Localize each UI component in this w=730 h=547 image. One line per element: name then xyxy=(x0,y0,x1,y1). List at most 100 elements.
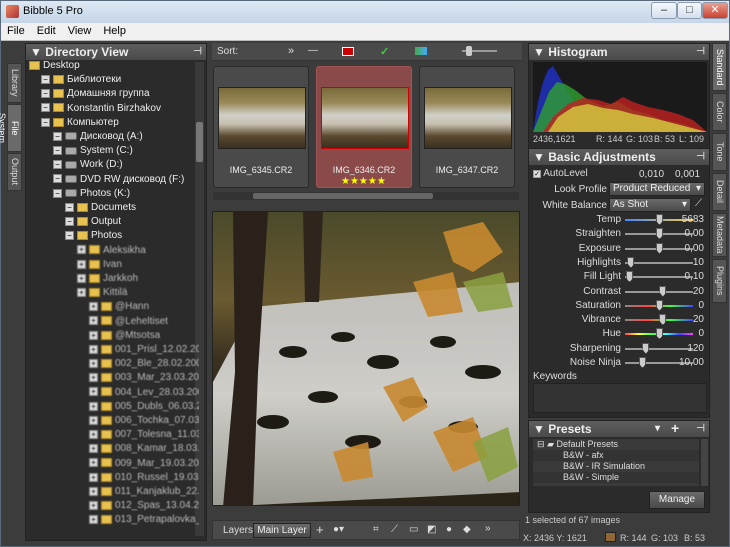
slider-knob[interactable] xyxy=(659,285,667,297)
preset-group[interactable]: ⊟ ▰ Default Presets xyxy=(533,439,699,450)
tree-item[interactable]: + @Hann xyxy=(89,300,149,314)
thumbnail-size-slider[interactable] xyxy=(452,46,502,56)
brush-icon[interactable]: ● xyxy=(446,524,452,535)
clone-icon[interactable]: ◩ xyxy=(427,524,436,535)
slider-value[interactable]: 0,10 xyxy=(685,271,704,282)
slider-value[interactable]: 0,00 xyxy=(685,243,704,254)
tree-item[interactable]: − Библиотеки xyxy=(41,73,121,87)
frame-icon[interactable]: ▭ xyxy=(409,524,418,535)
slider-knob[interactable] xyxy=(656,299,663,311)
expand-icon[interactable]: + xyxy=(77,245,86,255)
expand-icon[interactable]: + xyxy=(89,472,98,482)
thumbnail-scrollbar[interactable] xyxy=(213,192,519,200)
straighten-icon[interactable]: ⟋ xyxy=(391,524,398,535)
color-label-icon[interactable] xyxy=(342,47,354,56)
tab-output[interactable]: Output xyxy=(7,153,22,191)
autolevel-value-2[interactable]: 0,001 xyxy=(675,169,700,180)
tree-item[interactable]: − Work (D:) xyxy=(53,158,123,172)
sort-label[interactable]: Sort: xyxy=(217,46,238,57)
expand-icon[interactable]: − xyxy=(41,117,50,127)
eyedropper-icon[interactable]: ⟋ xyxy=(695,198,702,209)
scrollbar-thumb[interactable] xyxy=(253,193,433,199)
tree-item[interactable]: + Jarkkoh xyxy=(77,272,138,286)
tab-standard[interactable]: Standard xyxy=(712,43,727,91)
collapse-icon[interactable]: ▼ xyxy=(533,45,545,59)
preset-item[interactable]: B&W - afx xyxy=(533,450,699,461)
menu-file[interactable]: File xyxy=(1,23,31,37)
tree-item[interactable]: +011_Kanjaklub_22.03.2008 xyxy=(89,485,199,499)
tree-item[interactable]: +002_Ble_28.02.2008 xyxy=(89,357,199,371)
slider-value[interactable]: 0,00 xyxy=(685,228,704,239)
slider-value[interactable]: 5683 xyxy=(682,214,704,225)
expand-icon[interactable]: + xyxy=(77,288,86,298)
check-filter-icon[interactable]: ✓ xyxy=(380,45,389,58)
tree-item[interactable]: +006_Tochka_07.03.2008 xyxy=(89,414,199,428)
tree-item[interactable]: +004_Lev_28.03.2008 xyxy=(89,386,199,400)
expand-icon[interactable]: + xyxy=(77,273,86,283)
expand-icon[interactable]: + xyxy=(89,387,98,397)
expand-icon[interactable]: + xyxy=(89,330,98,340)
tag-filter-icon[interactable] xyxy=(415,47,427,55)
sort-more-button[interactable]: » xyxy=(288,45,294,57)
expand-icon[interactable]: + xyxy=(89,430,98,440)
tab-detail[interactable]: Detail xyxy=(712,173,727,211)
expand-icon[interactable]: − xyxy=(41,75,50,85)
expand-icon[interactable]: + xyxy=(89,515,98,525)
keywords-field[interactable] xyxy=(533,383,707,413)
tree-item[interactable]: − Компьютер xyxy=(41,116,119,130)
minimize-button[interactable]: – xyxy=(651,2,677,19)
tree-item[interactable]: − Documets xyxy=(65,201,136,215)
tab-file-system[interactable]: File System xyxy=(0,104,22,152)
slider-knob[interactable] xyxy=(656,328,663,340)
preset-item[interactable]: B&W - IR Simulation xyxy=(533,461,699,472)
thumbnail-selected[interactable]: IMG_6346.CR2 ★★★★★ xyxy=(316,66,412,188)
tree-item[interactable]: +013_Petrapalovka_1 xyxy=(89,513,199,527)
expand-icon[interactable]: + xyxy=(89,344,98,354)
slider-value[interactable]: 0 xyxy=(698,300,704,311)
expand-icon[interactable]: − xyxy=(53,131,62,141)
slider-track[interactable] xyxy=(625,261,693,264)
layer-select[interactable]: Main Layer xyxy=(253,523,311,538)
expand-icon[interactable]: + xyxy=(89,359,98,369)
tree-item[interactable]: − Photos (K:) xyxy=(53,187,130,201)
look-profile-select[interactable]: Product Reduced ▾ xyxy=(609,182,705,196)
tree-item[interactable]: + Aleksikha xyxy=(77,244,146,258)
manage-button[interactable]: Manage xyxy=(649,491,705,509)
menu-view[interactable]: View xyxy=(62,23,98,37)
tab-tone[interactable]: Tone xyxy=(712,133,727,171)
expand-icon[interactable]: − xyxy=(53,188,62,198)
main-image-view[interactable] xyxy=(212,211,520,506)
expand-icon[interactable]: − xyxy=(53,174,62,184)
tree-item[interactable]: −Desktop xyxy=(29,59,80,73)
circle-tool-icon[interactable]: ●▾ xyxy=(333,524,344,535)
tree-item[interactable]: +007_Tolesna_11.03.2008 xyxy=(89,428,199,442)
expand-icon[interactable]: − xyxy=(65,217,74,227)
collapse-icon[interactable]: ▼ xyxy=(533,422,545,436)
slider-knob[interactable] xyxy=(627,256,635,268)
crop-icon[interactable]: ⌗ xyxy=(373,524,379,535)
expand-icon[interactable]: + xyxy=(89,458,98,468)
rating-stars[interactable]: ★★★★★ xyxy=(341,176,386,187)
expand-icon[interactable]: − xyxy=(53,160,62,170)
slider-value[interactable]: 10 xyxy=(693,257,704,268)
tree-item[interactable]: − DVD RW дисковод (F:) xyxy=(53,173,184,187)
expand-icon[interactable]: + xyxy=(89,444,98,454)
expand-icon[interactable]: − xyxy=(53,146,62,156)
slider-track[interactable] xyxy=(625,319,693,322)
tab-metadata[interactable]: Metadata xyxy=(712,213,727,257)
tree-item[interactable]: +008_Kamar_18.03.2008 xyxy=(89,442,199,456)
slider-knob[interactable] xyxy=(642,342,650,354)
expand-icon[interactable]: − xyxy=(41,103,50,113)
collapse-icon[interactable]: ▼ xyxy=(30,45,42,59)
slider-value[interactable]: 120 xyxy=(687,343,704,354)
expand-icon[interactable]: + xyxy=(89,501,98,511)
tree-item[interactable]: +010_Russel_19.03.2008 xyxy=(89,471,199,485)
preset-item[interactable]: B&W - Simple xyxy=(533,472,699,483)
slider-value[interactable]: 0 xyxy=(698,328,704,339)
expand-icon[interactable]: + xyxy=(89,415,98,425)
autolevel-value-1[interactable]: 0,010 xyxy=(639,169,664,180)
presets-scrollbar[interactable] xyxy=(701,439,708,486)
presets-dropdown-icon[interactable]: ▾ xyxy=(655,421,660,437)
tree-item[interactable]: − Photos xyxy=(65,229,122,243)
tree-item[interactable]: + @Leheltiset xyxy=(89,315,168,329)
